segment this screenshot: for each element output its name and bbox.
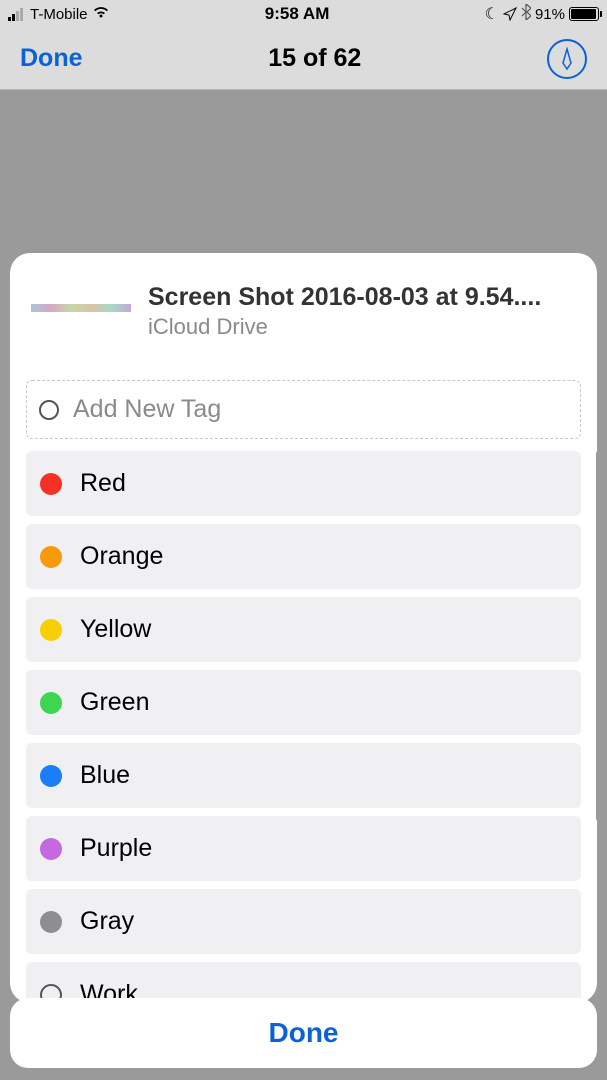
add-tag-input[interactable]: Add New Tag bbox=[26, 380, 581, 439]
file-thumbnail bbox=[26, 283, 136, 333]
tag-row[interactable]: Gray bbox=[26, 889, 581, 954]
tag-label: Orange bbox=[80, 542, 163, 571]
tag-row[interactable]: Green bbox=[26, 670, 581, 735]
tag-row[interactable]: Blue bbox=[26, 743, 581, 808]
status-time: 9:58 AM bbox=[265, 4, 330, 24]
tag-color-icon bbox=[40, 838, 62, 860]
status-left: T-Mobile bbox=[8, 5, 110, 23]
tag-label: Purple bbox=[80, 834, 152, 863]
file-name: Screen Shot 2016-08-03 at 9.54.... bbox=[148, 283, 577, 312]
tag-row[interactable]: Work bbox=[26, 962, 581, 1003]
tag-row[interactable]: Purple bbox=[26, 816, 581, 881]
tag-color-icon bbox=[40, 911, 62, 933]
add-tag-placeholder: Add New Tag bbox=[73, 395, 221, 424]
signal-strength-icon bbox=[8, 7, 23, 21]
tag-label: Yellow bbox=[80, 615, 151, 644]
tag-label: Blue bbox=[80, 761, 130, 790]
location-icon bbox=[503, 7, 517, 21]
pen-icon bbox=[557, 47, 577, 71]
tag-list: Red Orange Yellow Green Blue Purple Gray Work bbox=[10, 451, 597, 1003]
markup-button[interactable] bbox=[547, 39, 587, 79]
status-bar: T-Mobile 9:58 AM ☾ 91% bbox=[0, 0, 607, 28]
file-location: iCloud Drive bbox=[148, 314, 577, 340]
tag-color-icon bbox=[40, 765, 62, 787]
done-bar-button[interactable]: Done bbox=[10, 998, 597, 1068]
page-indicator: 15 of 62 bbox=[268, 44, 361, 73]
tag-empty-icon bbox=[39, 400, 59, 420]
tag-color-icon bbox=[40, 546, 62, 568]
tag-color-icon bbox=[40, 619, 62, 641]
carrier-label: T-Mobile bbox=[30, 6, 88, 23]
wifi-icon bbox=[92, 5, 110, 23]
scroll-indicator[interactable] bbox=[596, 451, 597, 821]
tag-row[interactable]: Yellow bbox=[26, 597, 581, 662]
tag-color-icon bbox=[40, 473, 62, 495]
file-header: Screen Shot 2016-08-03 at 9.54.... iClou… bbox=[10, 253, 597, 360]
battery-icon bbox=[569, 7, 599, 21]
do-not-disturb-icon: ☾ bbox=[485, 4, 499, 24]
tag-label: Red bbox=[80, 469, 126, 498]
status-right: ☾ 91% bbox=[485, 4, 599, 24]
tag-row[interactable]: Red bbox=[26, 451, 581, 516]
bluetooth-icon bbox=[521, 4, 531, 24]
tag-color-icon bbox=[40, 692, 62, 714]
battery-percent: 91% bbox=[535, 6, 565, 23]
navigation-bar: Done 15 of 62 bbox=[0, 28, 607, 90]
done-button[interactable]: Done bbox=[20, 44, 83, 73]
tag-row[interactable]: Orange bbox=[26, 524, 581, 589]
tags-sheet: Screen Shot 2016-08-03 at 9.54.... iClou… bbox=[10, 253, 597, 1003]
done-bar-label: Done bbox=[269, 1017, 339, 1049]
tag-label: Green bbox=[80, 688, 149, 717]
tag-label: Gray bbox=[80, 907, 134, 936]
file-info: Screen Shot 2016-08-03 at 9.54.... iClou… bbox=[148, 283, 577, 340]
